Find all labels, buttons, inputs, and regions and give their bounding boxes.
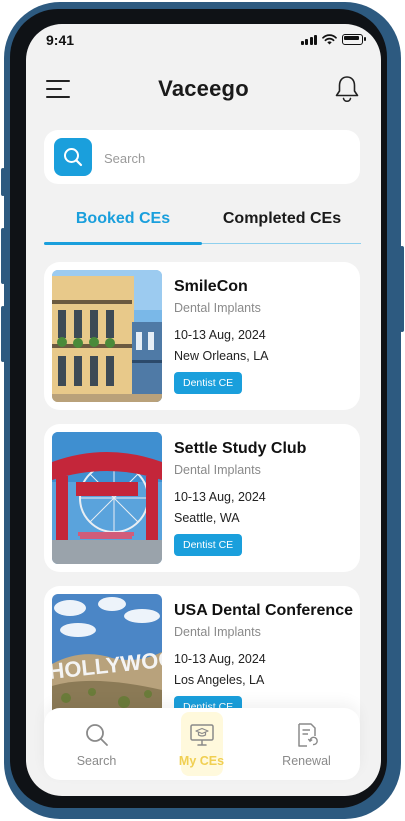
search-input[interactable]: [102, 145, 346, 171]
event-date: 10-13 Aug, 2024: [174, 652, 266, 666]
tab-completed-ces[interactable]: Completed CEs: [203, 210, 361, 228]
event-date: 10-13 Aug, 2024: [174, 490, 266, 504]
ce-type-badge: Dentist CE: [174, 372, 243, 394]
app-header: Vaceego: [26, 70, 381, 110]
cellular-signal-icon: [300, 34, 317, 45]
nav-renewal[interactable]: Renewal: [254, 708, 359, 780]
event-title: USA Dental Conference: [174, 602, 353, 619]
battery-icon: [342, 34, 366, 45]
event-title: SmileCon: [174, 278, 248, 295]
search-button[interactable]: [54, 138, 92, 176]
event-image-new-orleans: [52, 270, 162, 402]
event-image-hollywood: HOLLYWOOD: [52, 594, 162, 726]
phone-volume-up: [1, 228, 5, 284]
event-location: New Orleans, LA: [174, 349, 269, 363]
hollywood-sign-text: HOLLYWOOD: [52, 644, 162, 684]
event-category: Dental Implants: [174, 463, 261, 477]
phone-mute-switch: [1, 168, 5, 196]
monitor-graduation-icon: [190, 724, 214, 746]
nav-search[interactable]: Search: [44, 708, 149, 780]
status-bar: 9:41: [26, 24, 381, 58]
phone-volume-down: [1, 306, 5, 362]
app-title: Vaceego: [158, 76, 249, 101]
nav-renewal-label: Renewal: [282, 754, 331, 768]
app-screen: 9:41 Vaceego Search Booked CEs Completed…: [26, 24, 381, 796]
event-image-navy-pier: [52, 432, 162, 564]
event-category: Dental Implants: [174, 301, 261, 315]
phone-power-button: [400, 246, 404, 332]
active-tab-indicator: [44, 242, 202, 245]
notification-bell-icon[interactable]: [333, 74, 361, 104]
ce-type-badge: Dentist CE: [174, 534, 243, 556]
nav-my-ces-label: My CEs: [178, 754, 225, 768]
search-icon: [64, 148, 83, 167]
bottom-navigation: Search My CEs Renewal: [44, 708, 360, 780]
event-title: Settle Study Club: [174, 440, 307, 457]
tab-bar: Booked CEs Completed CEs: [44, 210, 361, 246]
status-time: 9:41: [46, 32, 75, 48]
event-category: Dental Implants: [174, 625, 261, 639]
event-date: 10-13 Aug, 2024: [174, 328, 266, 342]
nav-search-label: Search: [76, 754, 117, 768]
search-icon: [86, 724, 108, 746]
search-bar: [44, 130, 360, 184]
event-location: Los Angeles, LA: [174, 673, 265, 687]
tab-booked-ces[interactable]: Booked CEs: [44, 210, 202, 228]
nav-my-ces[interactable]: My CEs: [149, 708, 254, 780]
status-icons: [300, 34, 366, 45]
svg-text:HOLLYWOOD: HOLLYWOOD: [52, 644, 162, 684]
wifi-icon: [322, 34, 337, 45]
document-refresh-icon: [298, 723, 318, 747]
event-location: Seattle, WA: [174, 511, 240, 525]
event-card[interactable]: SmileCon Dental Implants 10-13 Aug, 2024…: [44, 262, 360, 410]
event-card[interactable]: Settle Study Club Dental Implants 10-13 …: [44, 424, 360, 572]
